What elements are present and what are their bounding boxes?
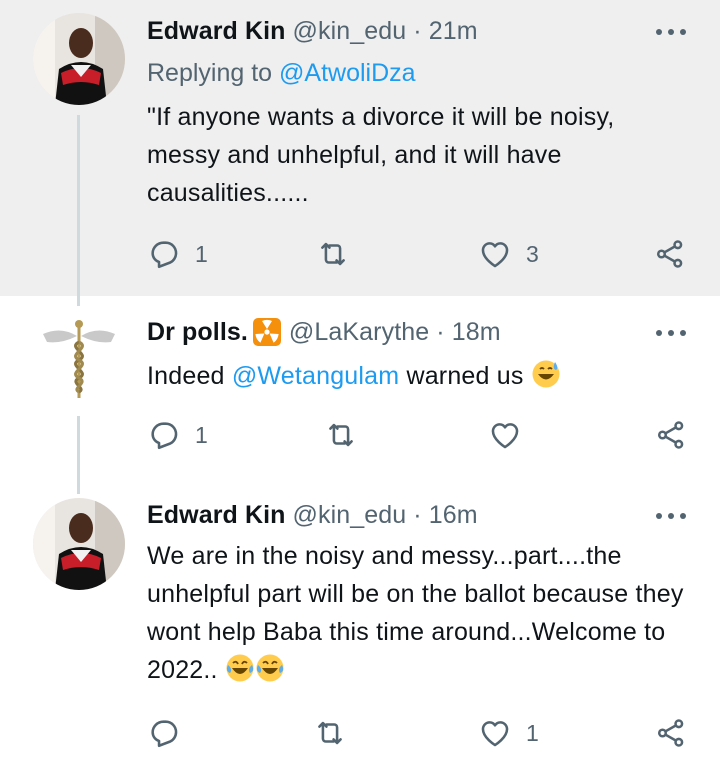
tweet-edward-kin-2[interactable]: Edward Kin @kin_edu · 16m We are in the … <box>0 480 720 767</box>
author-name[interactable]: Dr polls. <box>147 318 248 347</box>
reply-count: 1 <box>195 240 208 267</box>
timestamp[interactable]: 21m <box>429 17 478 46</box>
tears-of-joy-emoji <box>255 653 285 683</box>
reply-icon <box>151 241 178 269</box>
like-icon <box>481 242 509 268</box>
like-count: 3 <box>526 240 539 267</box>
tweet-edward-kin-1[interactable]: Edward Kin @kin_edu · 21m Replying to @A… <box>0 0 720 296</box>
thread-line <box>77 296 80 306</box>
thread-line <box>77 480 80 494</box>
reply-button[interactable]: 1 <box>147 237 208 271</box>
thread-line <box>77 115 80 296</box>
replying-to-handle[interactable]: @AtwoliDza <box>279 59 416 87</box>
share-button[interactable] <box>653 237 687 271</box>
tweet-text: Indeed @Wetangulam warned us <box>147 357 692 395</box>
tears-of-joy-emoji <box>225 653 255 683</box>
tweet-text-part: Indeed <box>147 362 232 390</box>
tweet-header: Edward Kin @kin_edu · 21m <box>147 14 478 48</box>
share-icon <box>656 240 683 268</box>
author-name[interactable]: Edward Kin <box>147 17 286 46</box>
author-handle[interactable]: @kin_edu <box>293 17 407 46</box>
avatar[interactable] <box>33 312 125 404</box>
like-button[interactable] <box>488 418 536 452</box>
thread-line <box>77 416 80 480</box>
like-button[interactable]: 3 <box>478 237 539 271</box>
separator-dot: · <box>413 16 422 45</box>
mention-link[interactable]: @Wetangulam <box>232 362 399 390</box>
timestamp[interactable]: 16m <box>429 501 478 530</box>
author-name[interactable]: Edward Kin <box>147 501 286 530</box>
sweat-smile-emoji <box>531 359 561 389</box>
tweet-header: Edward Kin @kin_edu · 16m <box>147 498 478 532</box>
like-button[interactable]: 1 <box>478 716 539 750</box>
share-icon <box>657 421 684 449</box>
tweet-header: Dr polls. @LaKarythe · 18m <box>147 315 501 349</box>
reply-icon <box>151 422 178 450</box>
like-count: 1 <box>526 719 539 746</box>
retweet-button[interactable] <box>312 716 362 750</box>
retweet-button[interactable] <box>315 237 365 271</box>
replying-to-label: Replying to <box>147 59 273 87</box>
separator-dot: · <box>413 500 422 529</box>
tweet-dr-polls[interactable]: Dr polls. @LaKarythe · 18m Indeed @Wetan… <box>0 296 720 480</box>
reply-icon <box>151 720 178 748</box>
retweet-button[interactable] <box>323 418 373 452</box>
reply-button[interactable] <box>147 716 195 750</box>
replying-to: Replying to @AtwoliDza <box>147 59 416 88</box>
more-icon[interactable] <box>656 27 686 37</box>
avatar[interactable] <box>33 13 125 105</box>
reply-button[interactable]: 1 <box>147 418 208 452</box>
like-icon <box>491 423 519 449</box>
tweet-text: We are in the noisy and messy...part....… <box>147 537 692 689</box>
tweet-text-part: warned us <box>399 362 524 390</box>
retweet-icon <box>329 423 353 447</box>
radioactive-badge-icon <box>252 317 282 347</box>
separator-dot: · <box>436 317 445 346</box>
like-icon <box>481 721 509 747</box>
avatar[interactable] <box>33 498 125 590</box>
reply-count: 1 <box>195 421 208 448</box>
share-icon <box>657 719 684 747</box>
author-handle[interactable]: @LaKarythe <box>289 318 429 347</box>
retweet-icon <box>321 242 345 266</box>
share-button[interactable] <box>654 716 688 750</box>
share-button[interactable] <box>654 418 688 452</box>
author-handle[interactable]: @kin_edu <box>293 501 407 530</box>
more-icon[interactable] <box>656 511 686 521</box>
tweet-text: "If anyone wants a divorce it will be no… <box>147 103 615 207</box>
more-icon[interactable] <box>656 328 686 338</box>
timestamp[interactable]: 18m <box>452 318 501 347</box>
retweet-icon <box>318 721 342 745</box>
